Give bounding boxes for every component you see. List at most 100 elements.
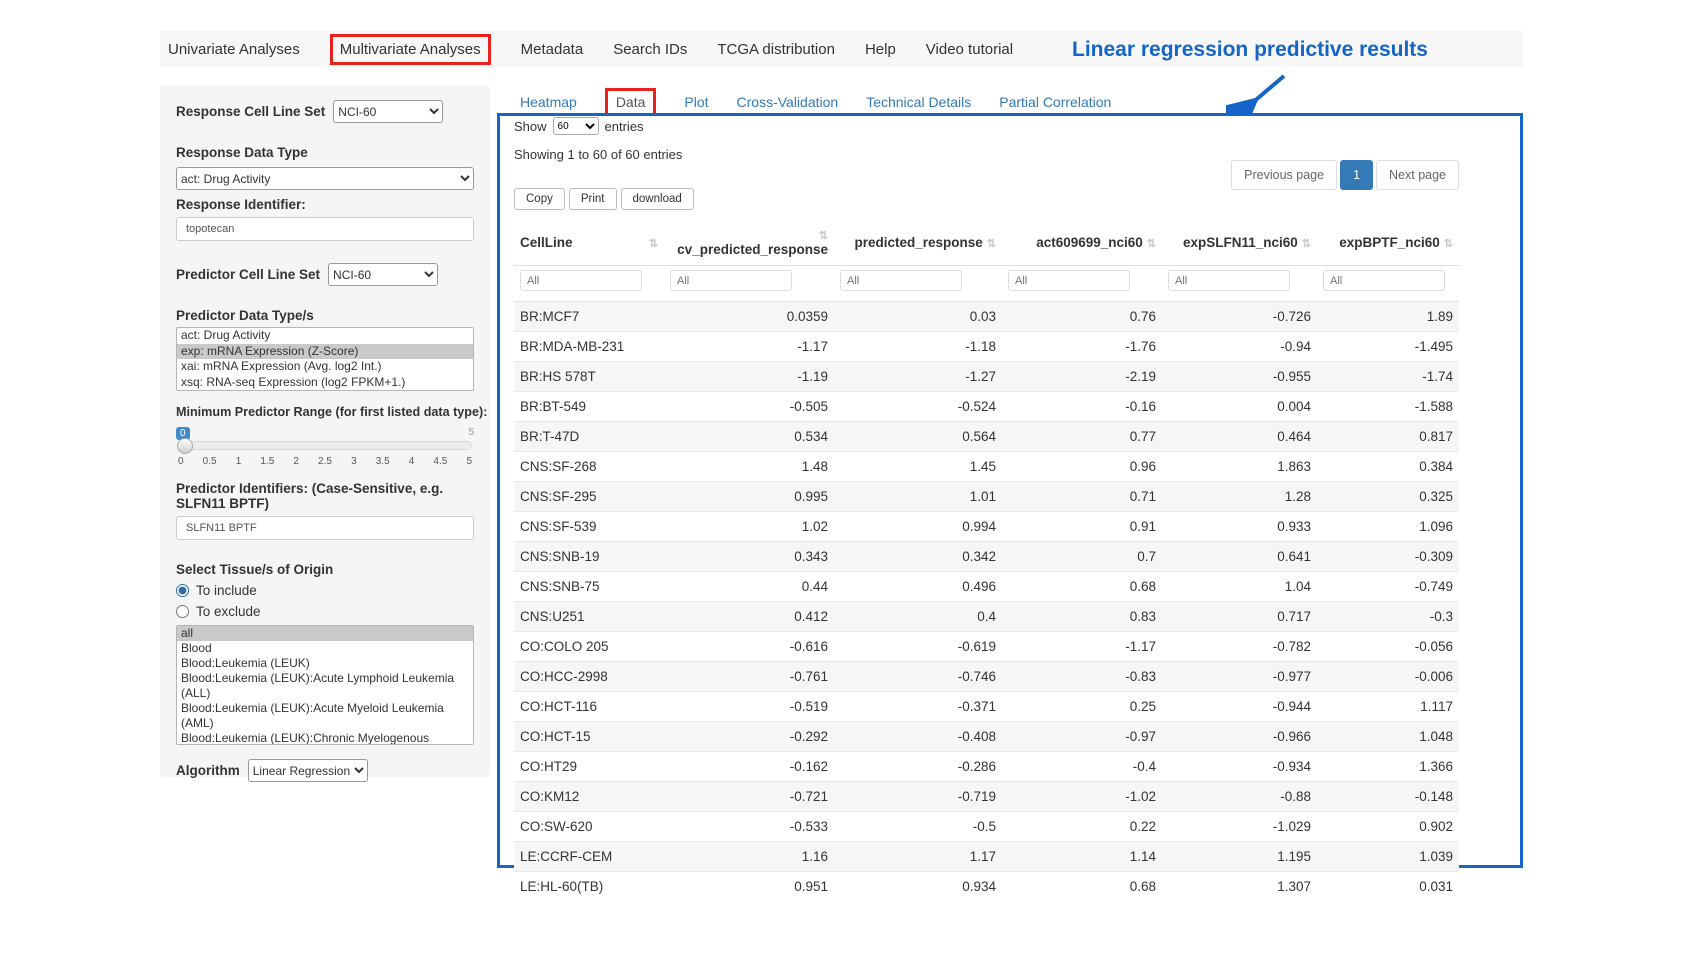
previous-page-button[interactable]: Previous page: [1231, 160, 1337, 190]
cell-line-name: CO:HCC-2998: [514, 662, 664, 692]
slider-handle[interactable]: [177, 438, 193, 454]
nav-item-video-tutorial[interactable]: Video tutorial: [926, 41, 1013, 58]
cell-line-name: BR:T-47D: [514, 422, 664, 452]
cell-value: -1.17: [664, 332, 834, 362]
filter-input-expslfn11-nci60[interactable]: [1168, 270, 1290, 291]
table-row: CNS:SNB-750.440.4960.681.04-0.749: [514, 572, 1459, 602]
cell-value: 0.717: [1162, 602, 1317, 632]
predictor-cell-line-set-label: Predictor Cell Line Set: [176, 267, 320, 282]
cell-value: 0.384: [1317, 452, 1459, 482]
cell-value: -1.17: [1002, 632, 1162, 662]
cell-value: -0.056: [1317, 632, 1459, 662]
radio-input-to-include[interactable]: [176, 584, 189, 597]
cell-value: 0.004: [1162, 392, 1317, 422]
cell-value: 1.863: [1162, 452, 1317, 482]
slider-tick-label: 1.5: [260, 456, 274, 467]
column-header-expslfn11-nci60[interactable]: ⇅expSLFN11_nci60: [1162, 219, 1317, 266]
filter-input-cv-predicted-response[interactable]: [670, 270, 792, 291]
response-data-type-select[interactable]: act: Drug Activity: [176, 167, 474, 190]
tissue-option-blood-leukemia-leuk-acute-lymphoid-leukemia-all[interactable]: Blood:Leukemia (LEUK):Acute Lymphoid Leu…: [177, 671, 473, 701]
cell-value: 0.343: [664, 542, 834, 572]
cell-value: -0.4: [1002, 752, 1162, 782]
tab-plot[interactable]: Plot: [684, 94, 708, 110]
cell-value: -0.408: [834, 722, 1002, 752]
column-header-label: expSLFN11_nci60: [1183, 235, 1298, 250]
min-predictor-range-slider: 0 5 00.511.522.533.544.55: [176, 441, 474, 467]
nav-item-tcga-distribution[interactable]: TCGA distribution: [717, 41, 835, 58]
tissue-option-blood-leukemia-leuk-acute-myeloid-leukemia-aml[interactable]: Blood:Leukemia (LEUK):Acute Myeloid Leuk…: [177, 701, 473, 731]
algorithm-label: Algorithm: [176, 763, 240, 778]
nav-item-univariate-analyses[interactable]: Univariate Analyses: [168, 41, 300, 58]
column-header-expbptf-nci60[interactable]: ⇅expBPTF_nci60: [1317, 219, 1459, 266]
column-header-predicted-response[interactable]: ⇅predicted_response: [834, 219, 1002, 266]
listbox-option-exp-mrna-expression-z-score[interactable]: exp: mRNA Expression (Z-Score): [177, 344, 473, 360]
column-header-cv-predicted-response[interactable]: ⇅cv_predicted_response: [664, 219, 834, 266]
cell-value: -1.74: [1317, 362, 1459, 392]
predictor-identifiers-input[interactable]: [176, 516, 474, 540]
algorithm-select[interactable]: Linear Regression: [248, 759, 368, 782]
table-row: CO:HCC-2998-0.761-0.746-0.83-0.977-0.006: [514, 662, 1459, 692]
column-header-label: cv_predicted_response: [677, 242, 828, 257]
tissue-option-blood[interactable]: Blood: [177, 641, 473, 656]
tab-technical-details[interactable]: Technical Details: [866, 94, 971, 110]
cell-value: -0.97: [1002, 722, 1162, 752]
export-download-button[interactable]: download: [621, 188, 694, 210]
cell-value: -1.495: [1317, 332, 1459, 362]
sidebar: Response Cell Line Set NCI-60 Response D…: [160, 85, 490, 777]
nav-item-multivariate-analyses[interactable]: Multivariate Analyses: [330, 34, 491, 65]
slider-tick-label: 1: [236, 456, 242, 467]
tab-data[interactable]: Data: [605, 88, 657, 116]
tissue-radio-to-exclude[interactable]: To exclude: [176, 604, 474, 619]
filter-input-expbptf-nci60[interactable]: [1323, 270, 1445, 291]
tab-cross-validation[interactable]: Cross-Validation: [737, 94, 839, 110]
column-header-cellline[interactable]: ⇅CellLine: [514, 219, 664, 266]
slider-tick-label: 3.5: [376, 456, 390, 467]
show-entries-suffix: entries: [605, 119, 644, 134]
cell-line-name: CNS:SF-295: [514, 482, 664, 512]
filter-input-cellline[interactable]: [520, 270, 642, 291]
sort-icon: ⇅: [649, 237, 658, 250]
cell-value: 0.464: [1162, 422, 1317, 452]
cell-value: 0.71: [1002, 482, 1162, 512]
filter-input-predicted-response[interactable]: [840, 270, 962, 291]
listbox-option-xai-mrna-expression-avg-log2-int[interactable]: xai: mRNA Expression (Avg. log2 Int.): [177, 359, 473, 375]
show-entries-select[interactable]: 60: [553, 117, 599, 135]
cell-line-name: CO:KM12: [514, 782, 664, 812]
predictor-cell-line-set-select[interactable]: NCI-60: [328, 263, 438, 286]
tissue-option-all[interactable]: all: [177, 626, 473, 641]
radio-input-to-exclude[interactable]: [176, 605, 189, 618]
export-print-button[interactable]: Print: [569, 188, 617, 210]
export-copy-button[interactable]: Copy: [514, 188, 565, 210]
filter-input-act609699-nci60[interactable]: [1008, 270, 1130, 291]
slider-tick-label: 2.5: [318, 456, 332, 467]
response-cell-line-set-select[interactable]: NCI-60: [333, 100, 443, 123]
next-page-button[interactable]: Next page: [1376, 160, 1459, 190]
listbox-option-act-drug-activity[interactable]: act: Drug Activity: [177, 328, 473, 344]
nav-item-metadata[interactable]: Metadata: [521, 41, 584, 58]
cell-value: -0.148: [1317, 782, 1459, 812]
tissue-radio-group: To include To exclude: [176, 583, 474, 619]
cell-value: 0.933: [1162, 512, 1317, 542]
tab-partial-correlation[interactable]: Partial Correlation: [999, 94, 1111, 110]
tissue-option-blood-leukemia-leuk[interactable]: Blood:Leukemia (LEUK): [177, 656, 473, 671]
table-row: BR:MCF70.03590.030.76-0.7261.89: [514, 302, 1459, 332]
current-page-button[interactable]: 1: [1340, 160, 1373, 190]
tissue-radio-to-include[interactable]: To include: [176, 583, 474, 598]
cell-value: -0.955: [1162, 362, 1317, 392]
listbox-option-xsq-rna-seq-expression-log2-fpkm-1[interactable]: xsq: RNA-seq Expression (log2 FPKM+1.): [177, 375, 473, 391]
table-row: CO:COLO 205-0.616-0.619-1.17-0.782-0.056: [514, 632, 1459, 662]
cell-value: -0.746: [834, 662, 1002, 692]
table-row: CO:HCT-15-0.292-0.408-0.97-0.9661.048: [514, 722, 1459, 752]
column-header-act609699-nci60[interactable]: ⇅act609699_nci60: [1002, 219, 1162, 266]
cell-value: -1.02: [1002, 782, 1162, 812]
nav-item-help[interactable]: Help: [865, 41, 896, 58]
column-header-label: predicted_response: [854, 235, 982, 250]
nav-item-search-ids[interactable]: Search IDs: [613, 41, 687, 58]
response-identifier-input[interactable]: [176, 217, 474, 241]
export-buttons: CopyPrintdownload: [514, 188, 1506, 210]
cell-value: -0.726: [1162, 302, 1317, 332]
slider-tick-label: 5: [466, 456, 472, 467]
tab-heatmap[interactable]: Heatmap: [520, 94, 577, 110]
tissue-option-blood-leukemia-leuk-chronic-myelogenous-leukemia-cml[interactable]: Blood:Leukemia (LEUK):Chronic Myelogenou…: [177, 731, 473, 745]
table-row: CNS:SF-5391.020.9940.910.9331.096: [514, 512, 1459, 542]
